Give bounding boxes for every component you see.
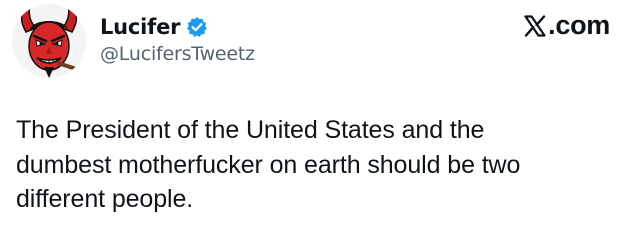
source-brand: .com	[524, 10, 610, 41]
verified-badge-icon	[186, 16, 208, 38]
author-display-name[interactable]: Lucifer	[100, 15, 181, 39]
author-name-row[interactable]: Lucifer	[100, 12, 208, 42]
devil-avatar-icon	[12, 4, 86, 78]
tweet-text: The President of the United States and t…	[16, 116, 521, 213]
author-handle[interactable]: @LucifersTweetz	[100, 43, 255, 65]
x-logo-icon	[524, 14, 546, 37]
tweet-card: Lucifer @LucifersTweetz .com The Preside…	[0, 0, 640, 243]
source-domain-label: .com	[548, 10, 610, 40]
author-avatar[interactable]	[12, 4, 86, 78]
